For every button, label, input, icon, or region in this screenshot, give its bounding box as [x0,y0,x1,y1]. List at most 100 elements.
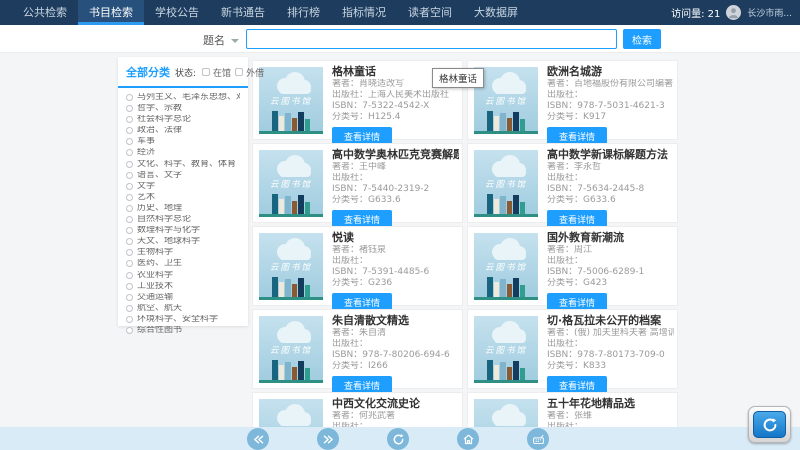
refresh-button[interactable] [748,406,791,443]
radio-icon[interactable] [126,127,133,134]
category-item[interactable]: 文学 [126,182,240,191]
search-button[interactable]: 检索 [623,29,661,49]
radio-icon[interactable] [126,260,133,267]
sidebar-title: 全部分类 [126,64,170,80]
book-publisher: 出版社： [332,256,459,267]
radio-icon[interactable] [126,216,133,223]
category-item[interactable]: 艺术 [126,193,240,202]
radio-icon[interactable] [126,183,133,190]
radio-icon[interactable] [126,116,133,123]
rewind-button[interactable] [247,428,269,450]
book-cover-image[interactable]: 云图书馆 [474,316,538,383]
radio-icon[interactable] [126,272,133,279]
category-label: 军事 [137,137,155,146]
shelf [259,214,323,217]
user-avatar-icon[interactable] [726,5,741,20]
search-input[interactable] [246,29,617,49]
cloud-icon [267,69,315,97]
visit-counter: 访问量: 21 [671,5,720,20]
user-name[interactable]: 长沙市雨... [747,6,792,19]
radio-icon[interactable] [126,94,133,101]
category-item[interactable]: 生物科学 [126,248,240,257]
category-item[interactable]: 历史、地理 [126,204,240,213]
category-label: 环境科学、安全科学 [137,315,218,324]
refresh-button[interactable] [387,428,409,450]
checkbox-icon[interactable] [202,68,210,76]
radio-icon[interactable] [126,105,133,112]
radio-icon[interactable] [126,138,133,145]
book-title: 悦读 [332,230,459,245]
book-info: 高中数学奥林匹克竞赛解题方法著者：王中峰出版社：ISBN：7-5440-2319… [332,147,459,229]
radio-icon[interactable] [126,305,133,312]
book-cover-image[interactable]: 云图书馆 [259,316,323,383]
category-item[interactable]: 社会科学总论 [126,115,240,124]
radio-icon[interactable] [126,316,133,323]
nav-item-4[interactable]: 新书通告 [210,0,276,25]
category-item[interactable]: 哲学、宗教 [126,104,240,113]
radio-icon[interactable] [126,238,133,245]
category-item[interactable]: 政治、法律 [126,126,240,135]
fast-forward-button[interactable] [317,428,339,450]
radio-icon[interactable] [126,249,133,256]
book-isbn: ISBN：7-5006-6289-1 [547,267,674,278]
category-item[interactable]: 马列主义、毛泽东思想、邓小平理论 [126,93,240,102]
book-cover-image[interactable]: 云图书馆 [259,67,323,134]
radio-icon[interactable] [126,194,133,201]
cloud-icon [267,235,315,263]
category-item[interactable]: 天文、地球科学 [126,237,240,246]
nav-item-8[interactable]: 大数据屏 [463,0,529,25]
nav-item-6[interactable]: 指标情况 [331,0,397,25]
shelf [474,297,538,300]
book-title: 中西文化交流史论 [332,396,459,411]
checkbox-icon[interactable] [235,68,243,76]
radio-icon[interactable] [126,149,133,156]
category-item[interactable]: 环境科学、安全科学 [126,315,240,324]
search-field-select[interactable]: 题名 [203,32,239,48]
cover-library-text: 云图书馆 [474,344,538,356]
book-info: 朱自清散文精选著者：朱自清出版社：ISBN：978-7-80206-694-6分… [332,313,459,395]
category-item[interactable]: 农业科学 [126,271,240,280]
nav-item-1[interactable]: 公共检索 [12,0,78,25]
keyboard-button[interactable] [527,428,549,450]
category-label: 交通运输 [137,293,173,302]
category-label: 数理科学与化学 [137,226,200,235]
book-cover-image[interactable]: 云图书馆 [474,233,538,300]
nav-item-3[interactable]: 学校公告 [144,0,210,25]
status-option-1[interactable]: 在馆 [202,66,231,79]
category-item[interactable]: 文化、科学、教育、体育 [126,160,240,169]
book-cover-image[interactable]: 云图书馆 [259,150,323,217]
category-item[interactable]: 语言、文字 [126,171,240,180]
book-card-2: 云图书馆欧洲名城游著者：百地福股份有限公司编著出版社：ISBN：978-7-50… [467,60,678,140]
radio-icon[interactable] [126,205,133,212]
category-item[interactable]: 军事 [126,137,240,146]
book-info: 切·格瓦拉未公开的档案著者：(俄) 加夫里科夫著 高增训等译...出版社：ISB… [547,313,674,395]
rewind-icon [252,433,265,446]
nav-item-2[interactable]: 书目检索 [78,0,144,25]
category-item[interactable]: 自然科学总论 [126,215,240,224]
screen: 公共检索书目检索学校公告新书通告排行榜指标情况读者空间大数据屏 访问量: 21 … [0,0,800,450]
category-item[interactable]: 交通运输 [126,293,240,302]
nav-item-7[interactable]: 读者空间 [397,0,463,25]
cover-library-text: 云图书馆 [474,178,538,190]
category-item[interactable]: 经济 [126,148,240,157]
book-cover-image[interactable]: 云图书馆 [474,150,538,217]
category-item[interactable]: 医药、卫生 [126,259,240,268]
book-cover-image[interactable]: 云图书馆 [259,233,323,300]
category-item[interactable]: 综合性图书 [126,326,240,335]
book-card-4: 云图书馆高中数学新课标解题方法著者：李永哲出版社：ISBN：7-5634-244… [467,143,678,223]
home-button[interactable] [457,428,479,450]
category-label: 自然科学总论 [137,215,191,224]
book-info: 悦读著者：褚钰泉出版社：ISBN：7-5391-4485-6分类号：G236查看… [332,230,459,312]
radio-icon[interactable] [126,283,133,290]
status-option-2[interactable]: 外借 [235,66,264,79]
radio-icon[interactable] [126,294,133,301]
category-item[interactable]: 工业技术 [126,282,240,291]
radio-icon[interactable] [126,161,133,168]
cover-library-text: 云图书馆 [259,261,323,273]
radio-icon[interactable] [126,227,133,234]
category-item[interactable]: 航空、航天 [126,304,240,313]
category-item[interactable]: 数理科学与化学 [126,226,240,235]
radio-icon[interactable] [126,172,133,179]
radio-icon[interactable] [126,327,133,334]
nav-item-5[interactable]: 排行榜 [276,0,331,25]
